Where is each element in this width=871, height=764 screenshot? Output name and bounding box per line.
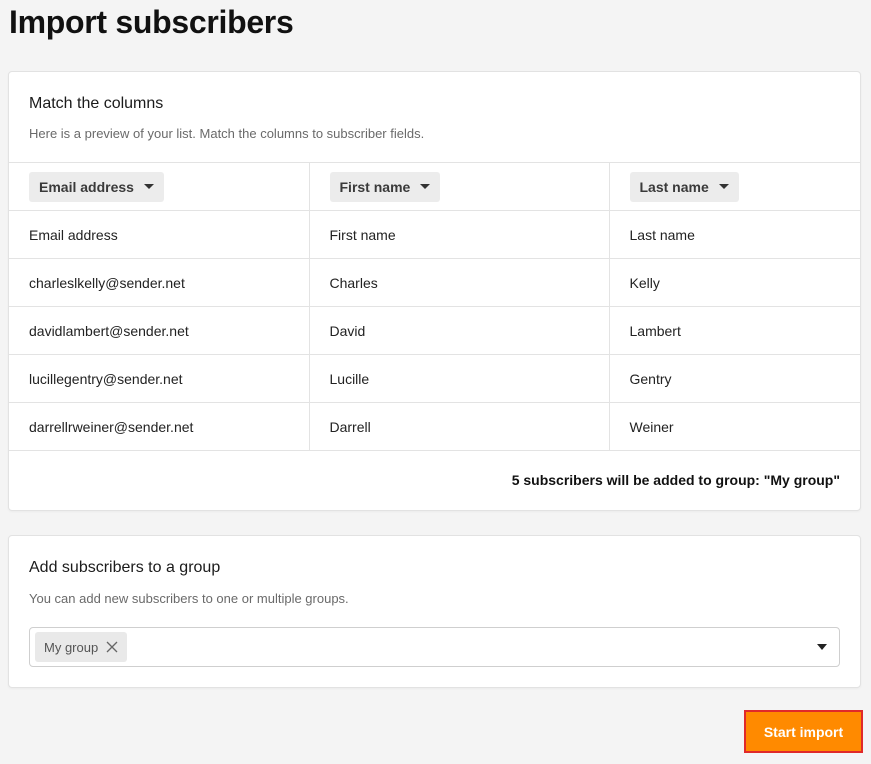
table-cell: Email address xyxy=(9,210,310,259)
table-cell: davidlambert@sender.net xyxy=(9,306,310,355)
table-cell: charleslkelly@sender.net xyxy=(9,258,310,307)
table-row: charleslkelly@sender.net Charles Kelly xyxy=(9,258,860,307)
add-group-card: Add subscribers to a group You can add n… xyxy=(8,535,861,688)
table-cell: First name xyxy=(309,210,610,259)
column-select-3[interactable]: Last name xyxy=(629,171,739,202)
match-columns-description: Here is a preview of your list. Match th… xyxy=(29,126,425,141)
page-title: Import subscribers xyxy=(9,4,294,40)
column-select-1[interactable]: Email address xyxy=(29,171,164,202)
table-cell: Lambert xyxy=(609,306,860,355)
table-cell: Last name xyxy=(609,210,860,259)
close-icon[interactable] xyxy=(106,641,118,653)
table-row: darrellrweiner@sender.net Darrell Weiner xyxy=(9,402,860,451)
start-import-button[interactable]: Start import xyxy=(744,710,863,753)
column-select-label: Last name xyxy=(639,178,709,195)
table-cell: Charles xyxy=(309,258,610,307)
add-group-description: You can add new subscribers to one or mu… xyxy=(29,591,349,606)
caret-down-icon xyxy=(420,184,431,189)
preview-table: Email address First name Last name Email… xyxy=(9,162,860,451)
column-select-label: Email address xyxy=(39,178,134,195)
column-select-label: First name xyxy=(339,178,411,195)
group-multiselect[interactable]: My group xyxy=(29,627,840,667)
caret-down-icon xyxy=(718,184,729,189)
match-columns-card: Match the columns Here is a preview of y… xyxy=(8,71,861,511)
add-group-title: Add subscribers to a group xyxy=(29,559,221,576)
table-cell: Kelly xyxy=(609,258,860,307)
table-cell: darrellrweiner@sender.net xyxy=(9,402,310,451)
caret-down-icon xyxy=(143,184,154,189)
table-row: Email address First name Last name xyxy=(9,210,860,259)
table-cell: David xyxy=(309,306,610,355)
column-mapping-row: Email address First name Last name xyxy=(9,162,860,211)
group-chip: My group xyxy=(35,632,128,662)
table-cell: lucillegentry@sender.net xyxy=(9,354,310,403)
match-columns-title: Match the columns xyxy=(29,95,164,112)
table-cell: Lucille xyxy=(309,354,610,403)
table-row: lucillegentry@sender.net Lucille Gentry xyxy=(9,354,860,403)
table-row: davidlambert@sender.net David Lambert xyxy=(9,306,860,355)
import-summary: 5 subscribers will be added to group: "M… xyxy=(511,472,840,488)
column-select-2[interactable]: First name xyxy=(329,171,441,202)
table-cell: Gentry xyxy=(609,354,860,403)
table-cell: Weiner xyxy=(609,402,860,451)
table-cell: Darrell xyxy=(309,402,610,451)
group-chip-label: My group xyxy=(44,639,99,655)
chevron-down-icon[interactable] xyxy=(817,644,827,650)
